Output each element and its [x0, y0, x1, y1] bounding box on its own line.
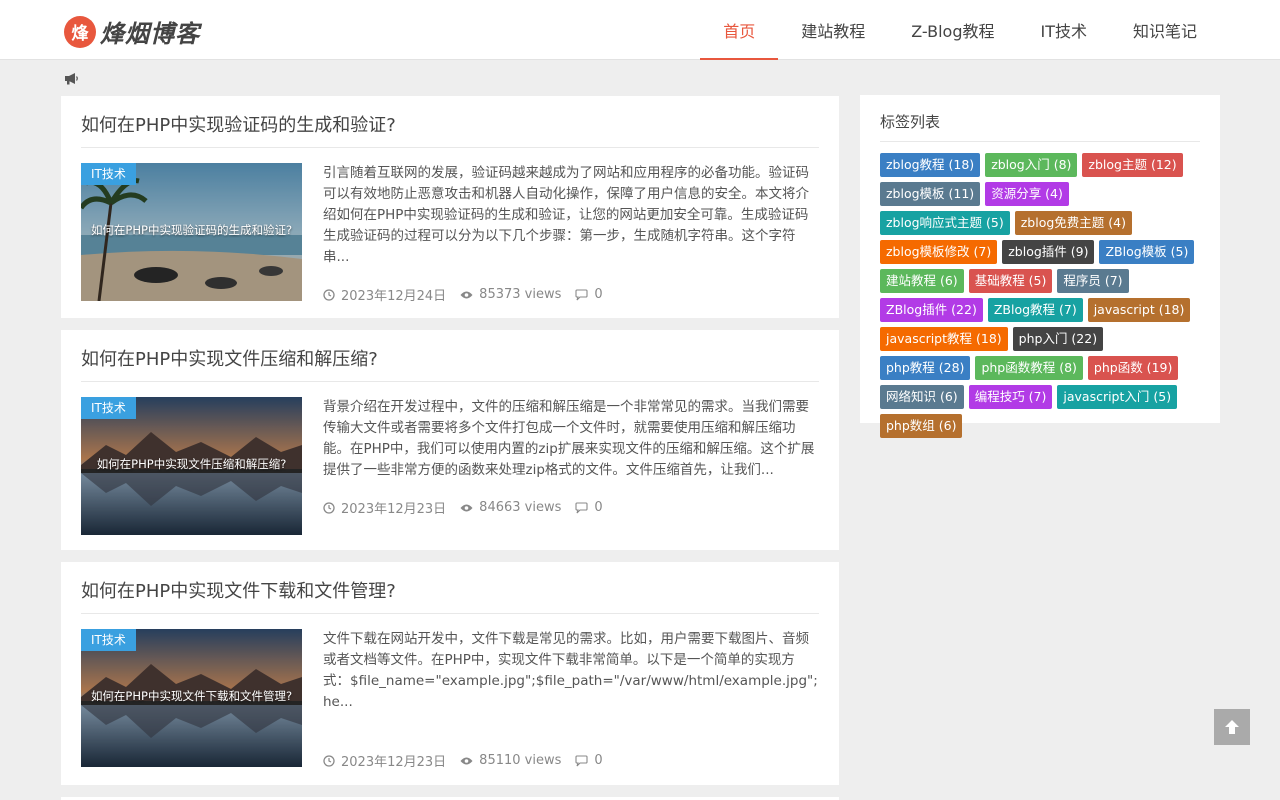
- post-views: 85373 views: [479, 287, 562, 302]
- post-excerpt: 文件下载在网站开发中，文件下载是常见的需求。比如，用户需要下载图片、音频或者文档…: [323, 631, 818, 710]
- main-nav: 首页 建站教程 Z-Blog教程 IT技术 知识笔记: [700, 0, 1220, 60]
- tag-item[interactable]: 网络知识 (6): [880, 385, 964, 409]
- post-comments[interactable]: 0: [594, 287, 602, 302]
- post-views: 85110 views: [479, 753, 562, 768]
- post-thumbnail[interactable]: IT技术 如何在PHP中实现验证码的生成和验证?: [81, 163, 302, 301]
- tag-item[interactable]: zblog教程 (18): [880, 153, 981, 177]
- tag-item[interactable]: php教程 (28): [880, 356, 971, 380]
- post-meta: 2023年12月24日 85373 views 0: [323, 285, 617, 304]
- clock-icon: [323, 501, 335, 514]
- clock-icon: [323, 288, 335, 301]
- tag-item[interactable]: zblog响应式主题 (5): [880, 211, 1010, 235]
- tag-cloud: zblog教程 (18) zblog入门 (8) zblog主题 (12) zblog…: [880, 153, 1200, 443]
- post-comments[interactable]: 0: [594, 753, 602, 768]
- post-thumbnail[interactable]: IT技术 如何在PHP中实现文件压缩和解压缩?: [81, 397, 302, 535]
- tag-item[interactable]: zblog免费主题 (4): [1014, 211, 1132, 235]
- tag-item[interactable]: ZBlog插件 (22): [880, 298, 983, 322]
- megaphone-icon: [64, 70, 80, 85]
- tag-item[interactable]: javascript教程 (18): [880, 327, 1008, 351]
- tag-item[interactable]: php函数 (19): [1087, 356, 1179, 380]
- post-date: 2023年12月24日: [341, 289, 447, 304]
- tag-item[interactable]: ZBlog教程 (7): [987, 298, 1083, 322]
- post-title[interactable]: 如何在PHP中实现文件下载和文件管理?: [81, 562, 819, 614]
- post-excerpt: 引言随着互联网的发展，验证码越来越成为了网站和应用程序的必备功能。验证码可以有效…: [323, 165, 809, 265]
- site-name: 烽烟博客: [100, 20, 200, 48]
- nav-item-notes[interactable]: 知识笔记: [1110, 0, 1220, 60]
- arrow-up-icon: [1225, 720, 1239, 734]
- tag-item[interactable]: zblog插件 (9): [1002, 240, 1095, 264]
- post-card: 如何在PHP中实现文件下载和文件管理? IT技术 如何在PHP中实现文件下载和文…: [61, 562, 839, 785]
- nav-item-site-tutorial[interactable]: 建站教程: [778, 0, 888, 60]
- post-title[interactable]: 如何在PHP中实现文件压缩和解压缩?: [81, 330, 819, 382]
- eye-icon: [460, 504, 473, 511]
- tag-item[interactable]: php函数教程 (8): [975, 356, 1083, 380]
- post-title[interactable]: 如何在PHP中实现验证码的生成和验证?: [81, 96, 819, 148]
- back-to-top-button[interactable]: [1214, 709, 1250, 745]
- tag-item[interactable]: zblog模板 (11): [880, 182, 981, 206]
- post-meta: 2023年12月23日 84663 views 0: [323, 498, 617, 517]
- tag-item[interactable]: 编程技巧 (7): [968, 385, 1053, 409]
- post-meta: 2023年12月23日 85110 views 0: [323, 751, 617, 770]
- comment-icon: [575, 501, 588, 513]
- tag-list-widget: 标签列表 zblog教程 (18) zblog入门 (8) zblog主题 (12)…: [860, 95, 1220, 438]
- nav-item-home[interactable]: 首页: [700, 0, 779, 60]
- site-logo[interactable]: 烽 烽烟博客: [64, 14, 200, 49]
- tag-item[interactable]: zblog主题 (12): [1082, 153, 1183, 177]
- widget-title: 标签列表: [880, 109, 1200, 142]
- tag-item[interactable]: 资源分享 (4): [985, 182, 1069, 206]
- tag-item[interactable]: javascript (18): [1087, 298, 1191, 322]
- nav-item-it-tech[interactable]: IT技术: [1017, 0, 1110, 60]
- comment-icon: [575, 288, 588, 300]
- post-card: 如何在PHP中实现验证码的生成和验证? IT技术 如何在PHP中实现验证码的生成…: [61, 96, 839, 318]
- tag-item[interactable]: 基础教程 (5): [968, 269, 1053, 293]
- thumbnail-caption: 如何在PHP中实现文件压缩和解压缩?: [96, 457, 287, 471]
- tag-item[interactable]: php入门 (22): [1012, 327, 1104, 351]
- tag-item[interactable]: javascript入门 (5): [1057, 385, 1178, 409]
- tag-item[interactable]: 程序员 (7): [1057, 269, 1129, 293]
- tag-item[interactable]: ZBlog模板 (5): [1099, 240, 1195, 264]
- category-badge[interactable]: IT技术: [81, 397, 136, 419]
- post-thumbnail[interactable]: IT技术 如何在PHP中实现文件下载和文件管理?: [81, 629, 302, 767]
- eye-icon: [460, 291, 473, 298]
- tag-item[interactable]: zblog入门 (8): [985, 153, 1078, 177]
- post-card: 如何在PHP中实现文件压缩和解压缩? IT技术 如何在PHP中实现文件压缩和解压…: [61, 330, 839, 550]
- post-date: 2023年12月23日: [341, 755, 447, 770]
- site-header: 烽 烽烟博客 首页 建站教程 Z-Blog教程 IT技术 知识笔记: [0, 0, 1280, 60]
- tag-item[interactable]: php数组 (6): [880, 414, 963, 438]
- comment-icon: [575, 754, 588, 766]
- post-comments[interactable]: 0: [594, 500, 602, 515]
- nav-item-zblog-tutorial[interactable]: Z-Blog教程: [888, 0, 1017, 60]
- category-badge[interactable]: IT技术: [81, 163, 136, 185]
- logo-mark: 烽: [64, 15, 96, 48]
- thumbnail-caption: 如何在PHP中实现文件下载和文件管理?: [90, 689, 293, 703]
- tag-item[interactable]: zblog模板修改 (7): [880, 240, 998, 264]
- thumbnail-caption: 如何在PHP中实现验证码的生成和验证?: [90, 223, 293, 237]
- post-date: 2023年12月23日: [341, 502, 447, 517]
- clock-icon: [323, 754, 335, 767]
- category-badge[interactable]: IT技术: [81, 629, 136, 651]
- tag-item[interactable]: 建站教程 (6): [880, 269, 964, 293]
- post-views: 84663 views: [479, 500, 562, 515]
- post-excerpt: 背景介绍在开发过程中，文件的压缩和解压缩是一个非常常见的需求。当我们需要传输大文…: [323, 399, 815, 478]
- eye-icon: [460, 757, 473, 764]
